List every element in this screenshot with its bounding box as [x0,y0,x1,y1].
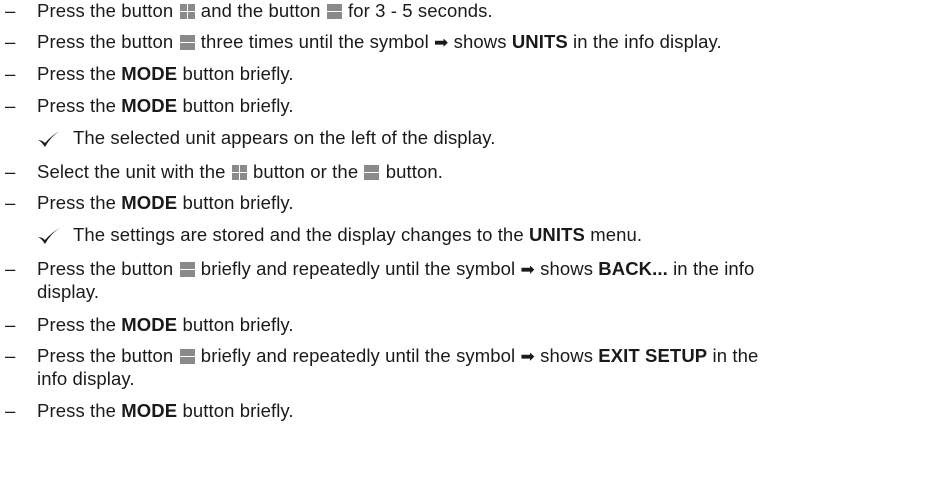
right-arrow-icon: ➡ [520,260,535,279]
dash-bullet: – [5,0,16,21]
minus-button-icon [326,4,342,19]
step-text: Press the button and the button for 3 - … [37,0,493,22]
right-arrow-icon: ➡ [520,347,535,366]
text-run: in the [707,345,759,366]
text-run: Press the [37,400,122,421]
keyword: EXIT SETUP [598,345,708,366]
text-run: shows [534,258,599,279]
keyword: MODE [121,400,178,421]
text-run: Press the button [37,258,179,279]
dash-bullet: – [5,31,16,52]
keyword: MODE [121,95,178,116]
keyword: UNITS [528,224,585,245]
text-run: shows [448,31,512,52]
text-run: button or the [247,161,364,182]
text-run: Press the button [37,345,179,366]
step-text: Press the MODE button briefly. [37,314,294,336]
text-run: Press the [37,95,122,116]
checkmark-icon [38,228,60,244]
checkmark-icon [38,131,60,147]
dash-bullet: – [5,400,16,421]
step-text: Select the unit with the button or the b… [37,161,443,183]
dash-bullet: – [5,95,16,116]
text-run: button. [380,161,443,182]
step-text: Press the button three times until the s… [37,31,722,54]
dash-bullet: – [5,63,16,84]
step-text: info display. [37,368,135,390]
text-run: The selected unit appears on the left of… [73,127,496,148]
step-text: Press the button briefly and repeatedly … [37,258,754,281]
minus-button-icon [179,349,195,364]
plus-button-icon [179,4,195,19]
step-text: Press the button briefly and repeatedly … [37,345,758,368]
plus-button-icon [231,165,247,180]
minus-button-icon [179,262,195,277]
step-text: display. [37,281,99,303]
text-run: button briefly. [177,192,294,213]
minus-button-icon [179,35,195,50]
minus-button-icon [364,165,380,180]
dash-bullet: – [5,345,16,366]
text-run: button briefly. [177,95,294,116]
keyword: UNITS [511,31,568,52]
text-run: shows [534,345,599,366]
dash-bullet: – [5,314,16,335]
text-run: briefly and repeatedly until the symbol [195,258,521,279]
text-run: display. [37,281,100,302]
step-text: Press the MODE button briefly. [37,63,294,85]
text-run: info display. [37,368,135,389]
step-text: Press the MODE button briefly. [37,400,294,422]
step-text: Press the MODE button briefly. [37,95,294,117]
text-run: Press the button [37,0,179,21]
text-run: and the button [195,0,326,21]
text-run: The settings are stored and the display … [73,224,529,245]
text-run: Press the [37,63,122,84]
text-run: Press the [37,192,122,213]
text-run: briefly and repeatedly until the symbol [195,345,521,366]
right-arrow-icon: ➡ [434,33,449,52]
text-run: Press the [37,314,122,335]
keyword: MODE [121,314,178,335]
text-run: three times until the symbol [195,31,435,52]
text-run: Select the unit with the [37,161,231,182]
dash-bullet: – [5,161,16,182]
text-run: in the info [667,258,755,279]
text-run: for 3 - 5 seconds. [342,0,493,21]
text-run: button briefly. [177,314,294,335]
instruction-page: – Press the button and the button for 3 -… [0,0,952,500]
text-run: in the info display. [567,31,722,52]
text-run: button briefly. [177,400,294,421]
text-run: button briefly. [177,63,294,84]
keyword: BACK... [598,258,668,279]
step-text: The settings are stored and the display … [73,224,642,246]
text-run: menu. [584,224,643,245]
step-text: The selected unit appears on the left of… [73,127,496,149]
keyword: MODE [121,192,178,213]
keyword: MODE [121,63,178,84]
dash-bullet: – [5,192,16,213]
text-run: Press the button [37,31,179,52]
step-text: Press the MODE button briefly. [37,192,294,214]
dash-bullet: – [5,258,16,279]
